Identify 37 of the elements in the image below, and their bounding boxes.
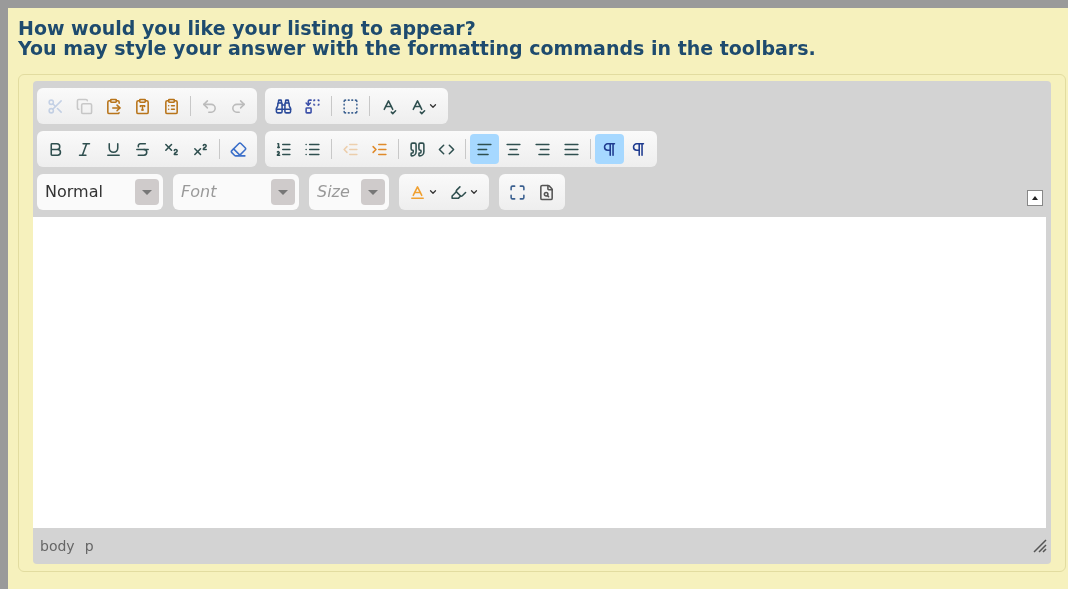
numbered-list-icon	[275, 140, 292, 158]
copy-icon	[76, 97, 93, 115]
paste-icon	[105, 97, 122, 115]
select-all-icon	[342, 97, 359, 115]
eraser-icon	[230, 140, 247, 158]
caret-icon	[469, 187, 479, 197]
preview-icon	[538, 183, 555, 201]
toolbar-button[interactable]	[470, 134, 499, 164]
paste-text-icon	[134, 97, 151, 115]
resize-handle-icon	[1033, 539, 1047, 553]
pilcrow-icon	[630, 140, 647, 158]
replace-icon	[304, 97, 321, 115]
strikethrough-icon	[134, 140, 151, 158]
undo-icon	[201, 97, 218, 115]
underline-icon	[105, 140, 122, 158]
binoculars-icon	[275, 97, 292, 115]
collapse-toolbar-button[interactable]	[1027, 190, 1043, 206]
toolbar-button[interactable]	[595, 134, 624, 164]
spellcheck-icon	[380, 97, 397, 115]
maximize-icon	[509, 183, 526, 201]
dropdown[interactable]: Font	[173, 174, 299, 210]
quote-icon	[409, 140, 426, 158]
element-path-link[interactable]: p	[84, 535, 94, 557]
scissors-icon	[47, 97, 64, 115]
question-text: You may style your answer with the formatting commands in the toolbars.	[18, 38, 817, 58]
dropdown[interactable]: Size	[309, 174, 389, 210]
element-path-link[interactable]: body	[40, 535, 75, 557]
italic-icon	[76, 140, 93, 158]
highlight-icon	[450, 183, 467, 201]
pilcrow-icon	[601, 140, 618, 158]
dropdown[interactable]: Normal	[37, 174, 163, 210]
caret-icon	[428, 101, 438, 111]
text-color-icon	[409, 183, 426, 201]
caret-icon	[428, 187, 438, 197]
bold-icon	[47, 140, 64, 158]
redo-icon	[230, 97, 247, 115]
spellcheck-icon	[409, 97, 426, 115]
